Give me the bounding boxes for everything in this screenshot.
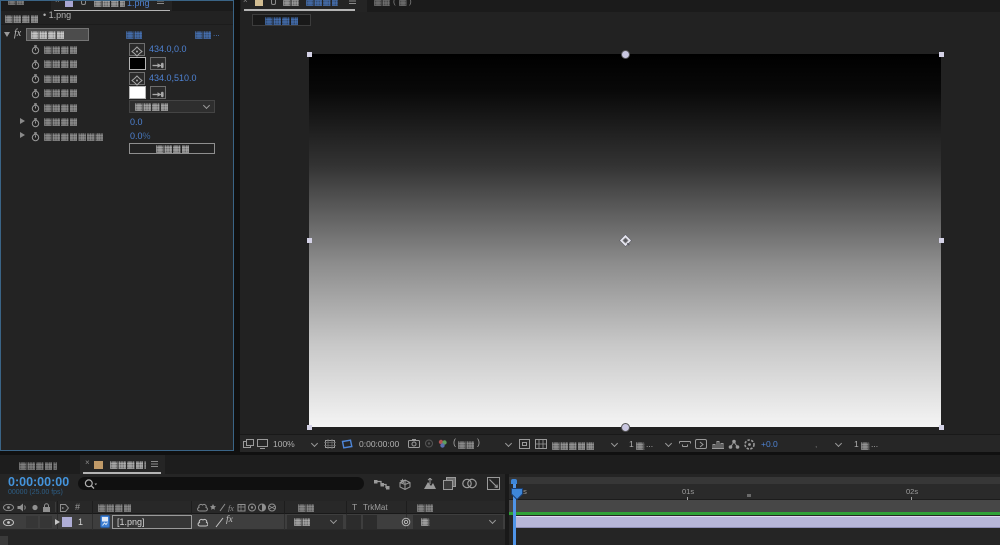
svg-text:fx: fx [228,504,234,512]
